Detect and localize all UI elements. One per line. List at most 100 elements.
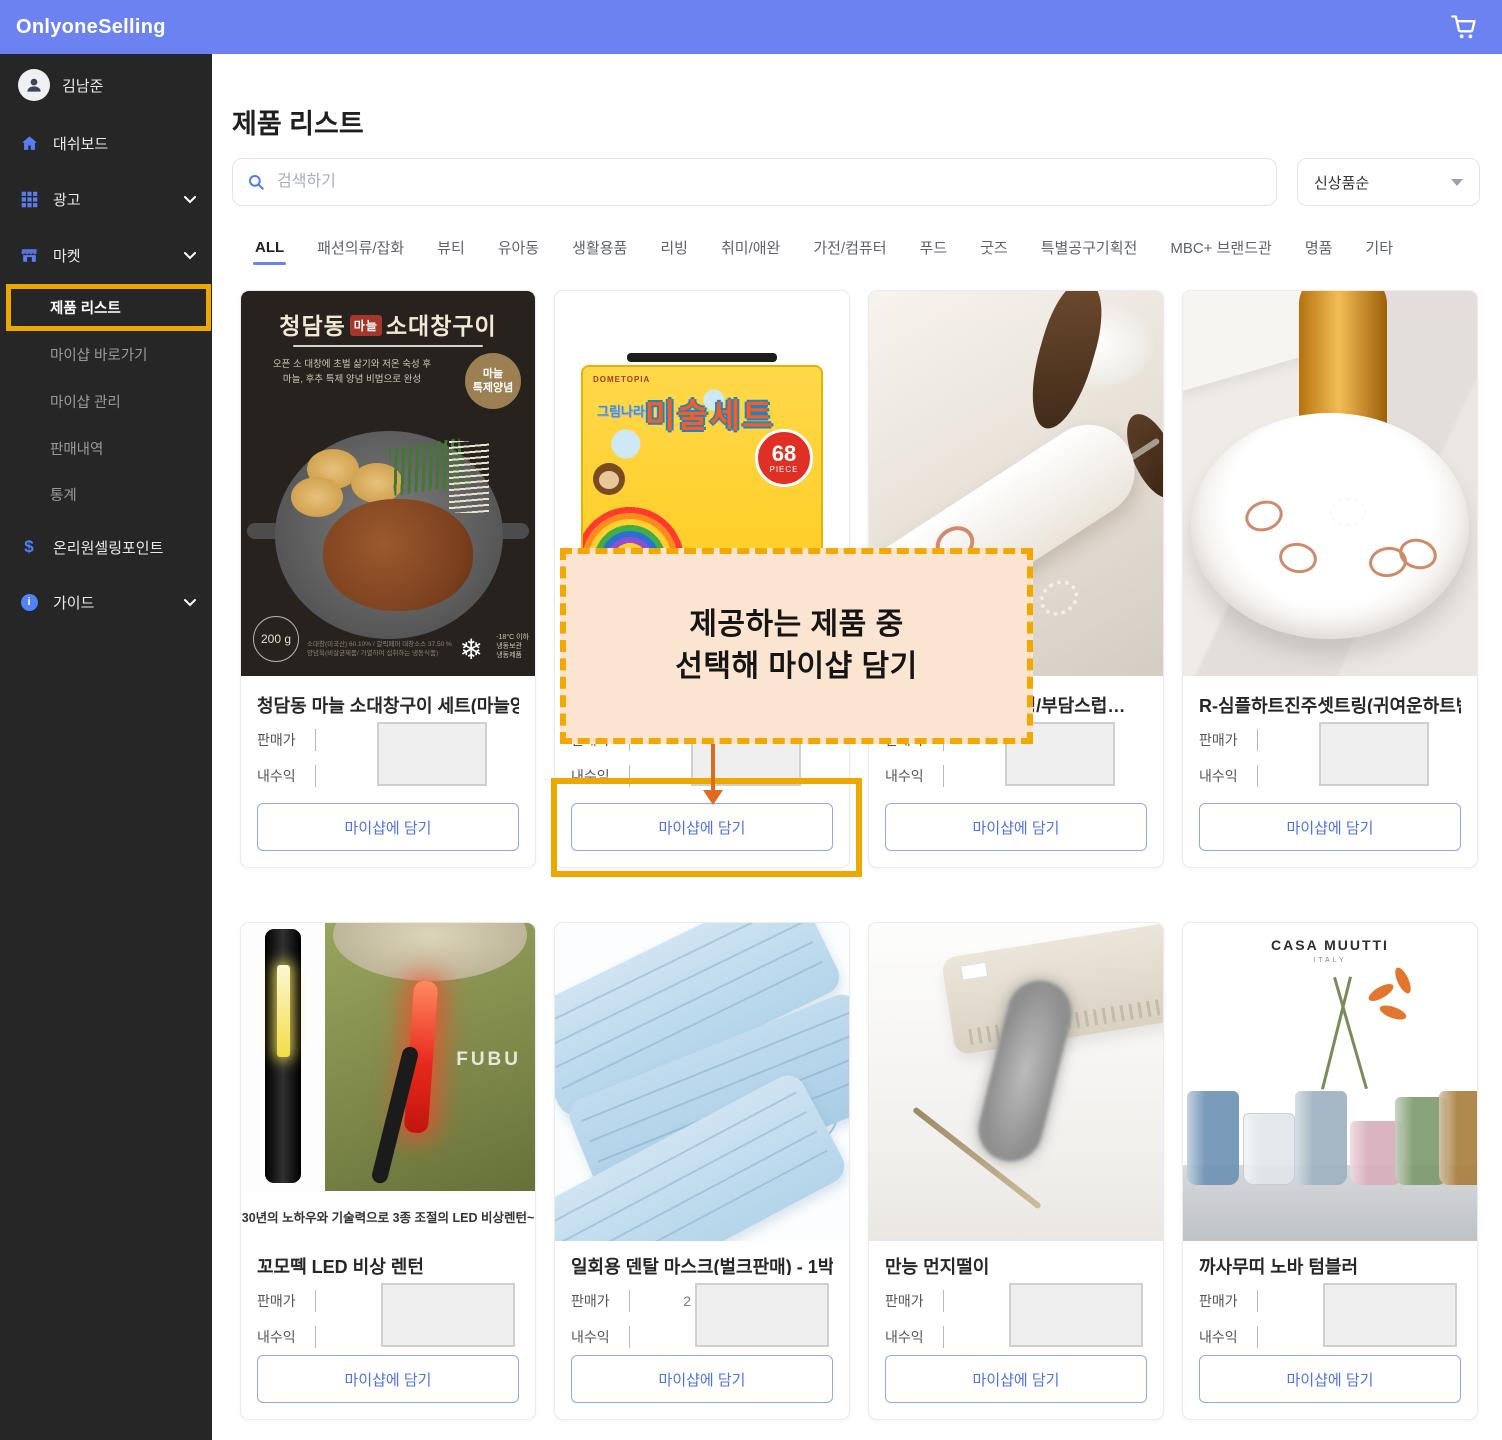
product-title: 일회용 덴탈 마스크(벌크판매) - 1박스(2… (571, 1253, 833, 1275)
product-image[interactable]: FUBU 30년의 노하우와 기술력으로 3종 조절의 LED 비상렌턴~ (241, 923, 535, 1241)
product-image[interactable] (555, 923, 849, 1241)
sidebar-subitem-myshop-link[interactable]: 마이샵 바로가기 (0, 334, 212, 374)
poster-subbrand: ITALY (1183, 957, 1477, 964)
add-to-myshop-button[interactable]: 마이샵에 담기 (885, 803, 1147, 851)
page-title: 제품 리스트 (232, 102, 364, 141)
sidebar-subitem-sales-history[interactable]: 판매내역 (0, 428, 212, 468)
divider (1257, 1290, 1258, 1312)
meat-art (323, 499, 473, 611)
divider (315, 1290, 316, 1312)
add-to-myshop-button[interactable]: 마이샵에 담기 (885, 1355, 1147, 1403)
garlic-disk-art (291, 477, 343, 517)
price-label: 판매가 (1199, 1291, 1245, 1311)
tumbler-art (1187, 1091, 1239, 1185)
sidebar-item-label: 마이샵 바로가기 (50, 344, 147, 365)
sidebar-item-guide[interactable]: i 가이드 (0, 582, 212, 622)
tab-all[interactable]: ALL (255, 239, 284, 256)
product-image[interactable]: CASA MUUTTI ITALY (1183, 923, 1477, 1241)
cart-icon[interactable] (1450, 13, 1478, 41)
product-image[interactable] (1183, 291, 1477, 676)
backpack-brand: FUBU (456, 1049, 521, 1071)
sidebar-subitem-stats[interactable]: 통계 (0, 474, 212, 514)
backpack-hood-art (333, 923, 527, 981)
tab-kids[interactable]: 유아동 (498, 237, 539, 258)
add-to-myshop-button[interactable]: 마이샵에 담기 (1199, 1355, 1461, 1403)
sidebar-item-ads[interactable]: 광고 (0, 179, 212, 219)
price-label: 판매가 (257, 730, 303, 750)
tab-hobby-pet[interactable]: 취미/애완 (721, 237, 780, 258)
tab-living[interactable]: 리빙 (660, 237, 688, 258)
sidebar-item-market[interactable]: 마켓 (0, 235, 212, 275)
fine-print: 소대창(미국산) 60.10% / 갈릭페퍼 대창소스 37.50 % 양념육(… (307, 640, 452, 658)
brand-logo[interactable]: OnlyoneSelling (16, 16, 166, 39)
add-to-myshop-button[interactable]: 마이샵에 담기 (571, 1355, 833, 1403)
tab-luxury[interactable]: 명품 (1305, 237, 1333, 258)
tab-etc[interactable]: 기타 (1365, 237, 1393, 258)
product-image[interactable]: 청담동마늘소대창구이 오픈 소 대창에 초벌 삶기와 저온 숙성 후 마늘, 후… (241, 291, 535, 676)
caret-down-icon (1451, 179, 1463, 186)
sidebar-item-dashboard[interactable]: 대쉬보드 (0, 123, 212, 163)
monkey-art (593, 463, 625, 495)
hidden-price-box (1319, 722, 1429, 786)
tab-food[interactable]: 푸드 (920, 237, 948, 258)
tab-electronics[interactable]: 가전/컴퓨터 (813, 237, 886, 258)
tab-daily-goods[interactable]: 생활용품 (572, 237, 627, 258)
category-tabs: ALL 패션의류/잡화 뷰티 유아동 생활용품 리빙 취미/애완 가전/컴퓨터 … (255, 232, 1393, 262)
tab-mbc-brand[interactable]: MBC+ 브랜드관 (1170, 237, 1271, 258)
user-name: 김남준 (62, 75, 103, 96)
add-to-myshop-button[interactable]: 마이샵에 담기 (257, 803, 519, 851)
divider (315, 729, 316, 751)
weight-label: 200 g (253, 616, 299, 662)
poster-title: 청담동마늘소대창구이 (241, 307, 535, 341)
sidebar-item-label: 대쉬보드 (53, 133, 108, 154)
store-icon (18, 244, 40, 266)
tab-special[interactable]: 특별공구기획전 (1041, 237, 1138, 258)
sidebar-item-points[interactable]: $ 온리원셀링포인트 (0, 527, 212, 567)
chevron-down-icon (184, 247, 196, 264)
product-title: 까사무띠 노바 텀블러 (1199, 1253, 1461, 1275)
profit-label: 내수익 (885, 766, 931, 786)
tab-fashion[interactable]: 패션의류/잡화 (317, 237, 404, 258)
sidebar-subitem-myshop-manage[interactable]: 마이샵 관리 (0, 381, 212, 421)
divider (315, 765, 316, 787)
app: OnlyoneSelling 김남준 대쉬보드 광고 (0, 0, 1502, 1440)
chevron-down-icon (184, 594, 196, 611)
flower-petal-art (1378, 1003, 1408, 1023)
mushroom-art (449, 441, 489, 513)
divider (1257, 1326, 1258, 1348)
piece-count-badge: 68PIECE (755, 429, 813, 487)
product-meta: 판매가 내수익 (257, 1283, 519, 1357)
add-to-myshop-button[interactable]: 마이샵에 담기 (257, 1355, 519, 1403)
sidebar-item-label: 판매내역 (50, 438, 103, 459)
add-to-myshop-button[interactable]: 마이샵에 담기 (1199, 803, 1461, 851)
product-meta: 판매가 내수익 (1199, 1283, 1461, 1357)
tab-goods[interactable]: 굿즈 (980, 237, 1008, 258)
search-input[interactable] (275, 172, 1262, 192)
poster-brand: DOMETOPIA (593, 375, 650, 384)
product-meta: 판매가 내수익 (885, 1283, 1147, 1357)
sort-dropdown[interactable]: 신상품순 (1297, 158, 1480, 206)
price-label: 판매가 (1199, 730, 1245, 750)
avatar (18, 69, 50, 101)
divider (943, 1326, 944, 1348)
divider (293, 345, 483, 347)
sidebar-item-label: 가이드 (53, 592, 94, 613)
product-title: 청담동 마늘 소대창구이 세트(마늘양… (257, 692, 519, 714)
search-box[interactable] (232, 158, 1277, 206)
search-icon (247, 173, 265, 191)
tab-beauty[interactable]: 뷰티 (437, 237, 465, 258)
frozen-label: -18°C 이하 냉동보관 냉동제품 (496, 633, 529, 660)
pearl-ring-art (1329, 497, 1367, 527)
dollar-icon: $ (18, 536, 40, 558)
flower-stem-art (1321, 976, 1352, 1089)
backpack-panel: FUBU (325, 923, 535, 1191)
home-icon (18, 132, 40, 154)
hidden-price-box (1009, 1283, 1143, 1347)
user-profile[interactable]: 김남준 (0, 62, 212, 108)
product-card: FUBU 30년의 노하우와 기술력으로 3종 조절의 LED 비상렌턴~ 꼬모… (240, 922, 536, 1420)
main-content: 제품 리스트 신상품순 ALL 패션의류/잡화 뷰티 유아동 생활용품 리빙 취… (212, 54, 1502, 1440)
product-image[interactable] (869, 923, 1163, 1241)
hidden-price-box (381, 1283, 515, 1347)
sidebar-item-label: 광고 (53, 189, 81, 210)
tumbler-art (1295, 1091, 1347, 1185)
